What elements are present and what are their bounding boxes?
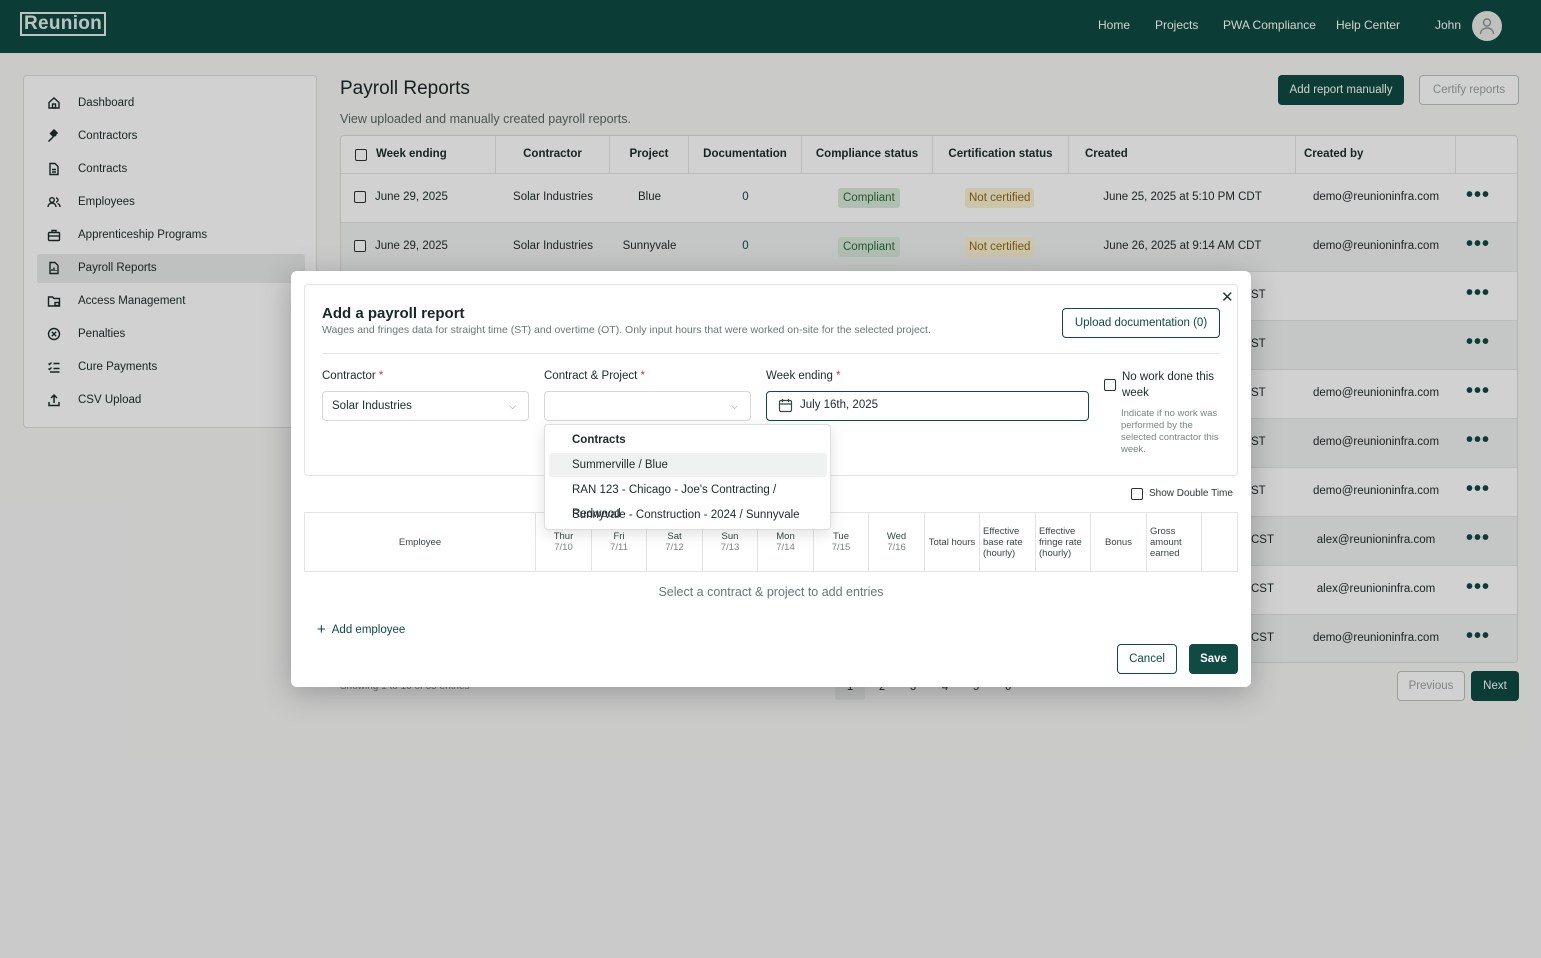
show-double-time-label[interactable]: Show Double Time — [1149, 488, 1233, 499]
no-work-label[interactable]: No work done this week — [1122, 369, 1232, 401]
add-employee-button[interactable]: + Add employee — [317, 621, 405, 638]
contract-project-label: Contract & Project * — [544, 370, 646, 382]
modal-subtitle: Wages and fringes data for straight time… — [322, 324, 931, 336]
grid-col-actions — [1202, 513, 1237, 571]
contractor-label: Contractor * — [322, 370, 384, 382]
grid-col-day: Wed 7/16 — [869, 513, 925, 571]
dropdown-option[interactable]: Summerville / Blue — [549, 453, 827, 477]
plus-icon: + — [317, 621, 326, 638]
dropdown-group-heading: Contracts — [572, 434, 626, 446]
grid-col-employee: Employee — [305, 513, 536, 571]
grid-col-base-rate: Effective base rate (hourly) — [980, 513, 1036, 571]
save-button[interactable]: Save — [1189, 644, 1238, 674]
contract-project-select[interactable]: ⌵ — [544, 391, 751, 421]
contract-project-dropdown: Contracts Summerville / Blue RAN 123 - C… — [544, 424, 831, 530]
chevron-down-icon: ⌵ — [731, 401, 738, 411]
upload-documentation-button[interactable]: Upload documentation (0) — [1062, 308, 1220, 338]
no-work-help-text: Indicate if no work was performed by the… — [1121, 408, 1219, 455]
no-work-checkbox[interactable] — [1104, 379, 1116, 391]
contractor-value: Solar Industries — [332, 400, 412, 412]
modal-title: Add a payroll report — [322, 305, 465, 322]
close-icon[interactable]: ✕ — [1221, 288, 1234, 306]
empty-entries-message: Select a contract & project to add entri… — [658, 585, 884, 599]
dropdown-option[interactable]: RAN 123 - Chicago - Joe's Contracting / … — [549, 478, 827, 520]
cancel-button[interactable]: Cancel — [1117, 644, 1177, 674]
grid-col-bonus: Bonus — [1091, 513, 1147, 571]
week-ending-label: Week ending * — [766, 370, 841, 382]
week-ending-value: July 16th, 2025 — [800, 399, 879, 411]
grid-col-fringe-rate: Effective fringe rate (hourly) — [1036, 513, 1091, 571]
grid-col-gross: Gross amount earned — [1147, 513, 1202, 571]
show-double-time-checkbox[interactable] — [1131, 488, 1143, 500]
grid-col-total-hours: Total hours — [925, 513, 980, 571]
week-ending-date-picker[interactable]: July 16th, 2025 — [766, 391, 1089, 421]
divider — [322, 353, 1220, 354]
dropdown-option[interactable]: Sunnyvale - Construction - 2024 / Sunnyv… — [549, 503, 827, 527]
calendar-icon — [778, 399, 793, 413]
contractor-select[interactable]: Solar Industries ⌵ — [322, 391, 529, 421]
chevron-down-icon: ⌵ — [509, 401, 516, 411]
